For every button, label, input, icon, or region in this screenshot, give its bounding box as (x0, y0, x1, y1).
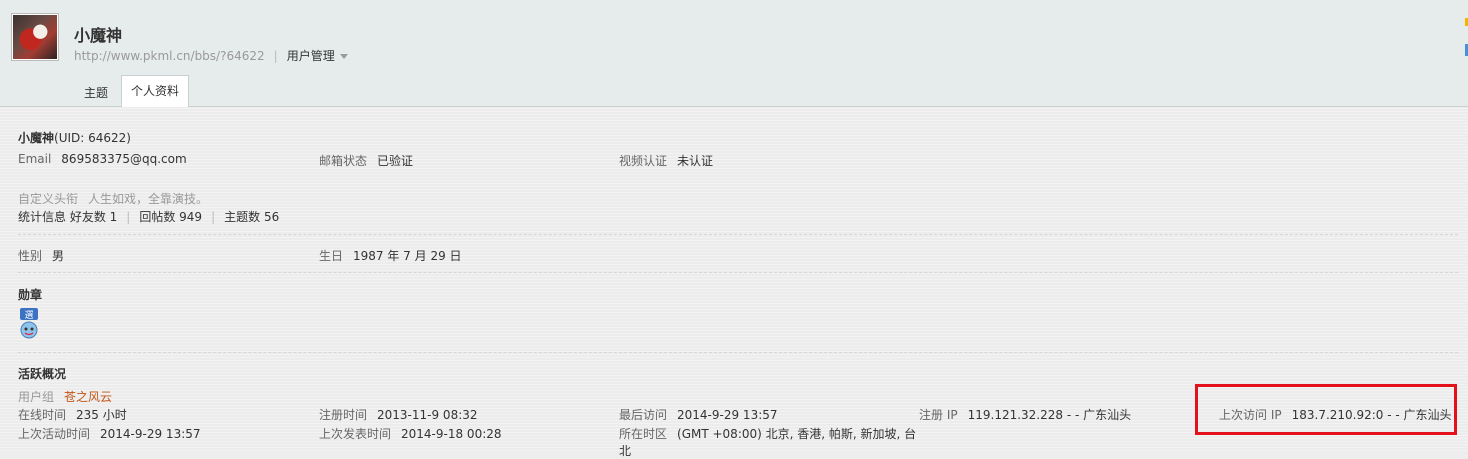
friends-count-link[interactable]: 好友数 1 (70, 210, 117, 224)
section-divider (18, 352, 1458, 353)
activity-title: 活跃概况 (18, 367, 67, 381)
divider: | (211, 210, 216, 224)
section-divider (18, 272, 1458, 273)
last-post-value: 2014-9-18 00:28 (401, 427, 502, 441)
tab-profile[interactable]: 个人资料 (121, 75, 189, 107)
reg-ip-row: 注册 IP 119.121.32.228 - - 广东汕头 (919, 406, 1131, 423)
user-management-label: 用户管理 (286, 49, 335, 63)
last-post-label: 上次发表时间 (319, 427, 392, 441)
custom-title-value: 人生如戏，全靠演技。 (88, 192, 209, 206)
profile-name: 小魔神 (18, 131, 55, 145)
user-group-label: 用户组 (18, 390, 55, 404)
medals-title: 勋章 (18, 288, 43, 302)
timezone-label: 所在时区 (619, 427, 668, 441)
profile-name-line: 小魔神(UID: 64622) (18, 129, 131, 146)
stats-label: 统计信息 (18, 210, 67, 224)
last-active-label: 上次活动时间 (18, 427, 91, 441)
mail-status-value: 已验证 (377, 154, 414, 168)
chevron-down-icon (339, 54, 348, 59)
video-auth-value: 未认证 (677, 154, 714, 168)
avatar-image (13, 15, 57, 59)
timezone-row: 所在时区 (GMT +08:00) 北京, 香港, 帕斯, 新加坡, 台 (619, 425, 916, 442)
reg-time-row: 注册时间 2013-11-9 08:32 (319, 406, 478, 423)
last-active-value: 2014-9-29 13:57 (100, 427, 201, 441)
birthday-row: 生日 1987 年 7 月 29 日 (319, 247, 462, 264)
user-group-link[interactable]: 苍之风云 (64, 390, 112, 404)
reg-time-label: 注册时间 (319, 408, 368, 422)
email-row: Email 869583375@qq.com (18, 152, 187, 166)
gender-label: 性别 (18, 249, 43, 263)
profile-uid: (UID: 64622) (54, 131, 131, 145)
birthday-value: 1987 年 7 月 29 日 (353, 249, 462, 263)
reg-time-value: 2013-11-9 08:32 (377, 408, 478, 422)
birthday-label: 生日 (319, 249, 344, 263)
email-value: 869583375@qq.com (61, 152, 187, 166)
video-auth-row: 视频认证 未认证 (619, 152, 713, 169)
custom-title-label: 自定义头衔 (18, 192, 79, 206)
divider: | (273, 49, 278, 63)
last-visit-value: 2014-9-29 13:57 (677, 408, 778, 422)
reg-ip-label: 注册 IP (919, 408, 958, 422)
highlight-box (1195, 384, 1457, 435)
svg-text:選: 選 (24, 310, 33, 321)
email-label: Email (18, 152, 52, 166)
medal-icon[interactable]: 選 (18, 307, 40, 339)
user-group-row: 用户组 苍之风云 (18, 388, 112, 405)
tab-topics[interactable]: 主题 (84, 84, 108, 101)
gender-row: 性别男 (18, 247, 64, 264)
profile-link-row: http://www.pkml.cn/bbs/?64622 | 用户管理 (74, 47, 348, 64)
last-visit-row: 最后访问 2014-9-29 13:57 (619, 406, 778, 423)
replies-count-link[interactable]: 回帖数 949 (139, 210, 202, 224)
last-visit-label: 最后访问 (619, 408, 668, 422)
online-time-row: 在线时间 235 小时 (18, 406, 127, 423)
online-time-value: 235 小时 (76, 408, 127, 422)
section-divider (18, 234, 1458, 235)
timezone-value: (GMT +08:00) 北京, 香港, 帕斯, 新加坡, 台 (677, 427, 917, 441)
last-active-row: 上次活动时间 2014-9-29 13:57 (18, 425, 201, 442)
profile-header: 小魔神 http://www.pkml.cn/bbs/?64622 | 用户管理 主… (0, 0, 1468, 107)
custom-title-row: 自定义头衔 人生如戏，全靠演技。 (18, 190, 208, 207)
reg-ip-value: 119.121.32.228 - - 广东汕头 (967, 408, 1132, 422)
mail-status-row: 邮箱状态 已验证 (319, 152, 413, 169)
avatar[interactable] (11, 13, 59, 61)
online-time-label: 在线时间 (18, 408, 67, 422)
video-auth-label: 视频认证 (619, 154, 668, 168)
profile-url-link[interactable]: http://www.pkml.cn/bbs/?64622 (74, 49, 265, 63)
user-management-menu[interactable]: 用户管理 (287, 49, 348, 63)
stats-row: 统计信息 好友数 1 | 回帖数 949 | 主题数 56 (18, 208, 279, 225)
topics-count-link[interactable]: 主题数 56 (224, 210, 279, 224)
divider: | (126, 210, 131, 224)
last-post-row: 上次发表时间 2014-9-18 00:28 (319, 425, 502, 442)
profile-username: 小魔神 (74, 26, 123, 45)
gender-value: 男 (52, 249, 65, 263)
mail-status-label: 邮箱状态 (319, 154, 368, 168)
